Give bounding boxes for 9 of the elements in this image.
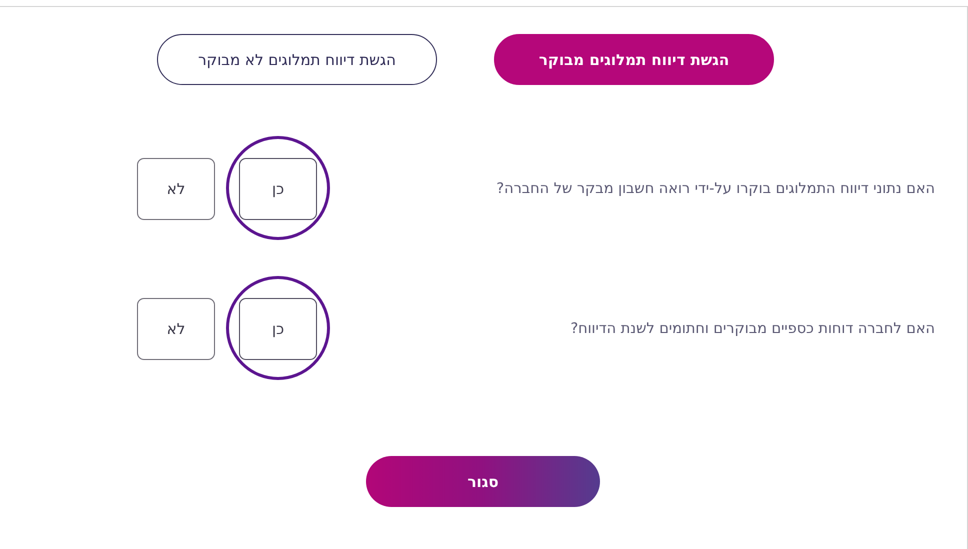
question-text: האם לחברה דוחות כספיים מבוקרים וחתומים לשנת הדיווח? xyxy=(570,321,935,337)
answer-button[interactable]: לא xyxy=(137,158,215,220)
answer-button[interactable]: לא xyxy=(137,298,215,360)
answer-button[interactable]: כן xyxy=(239,158,317,220)
close-button[interactable]: סגור xyxy=(366,456,600,507)
report-tab[interactable]: הגשת דיווח תמלוגים מבוקר xyxy=(494,34,774,85)
answer-button[interactable]: כן xyxy=(239,298,317,360)
question-text: האם נתוני דיווח התמלוגים בוקרו על-ידי רואה חשבון מבקר של החברה? xyxy=(496,181,935,197)
report-tab[interactable]: הגשת דיווח תמלוגים לא מבוקר xyxy=(157,34,437,85)
